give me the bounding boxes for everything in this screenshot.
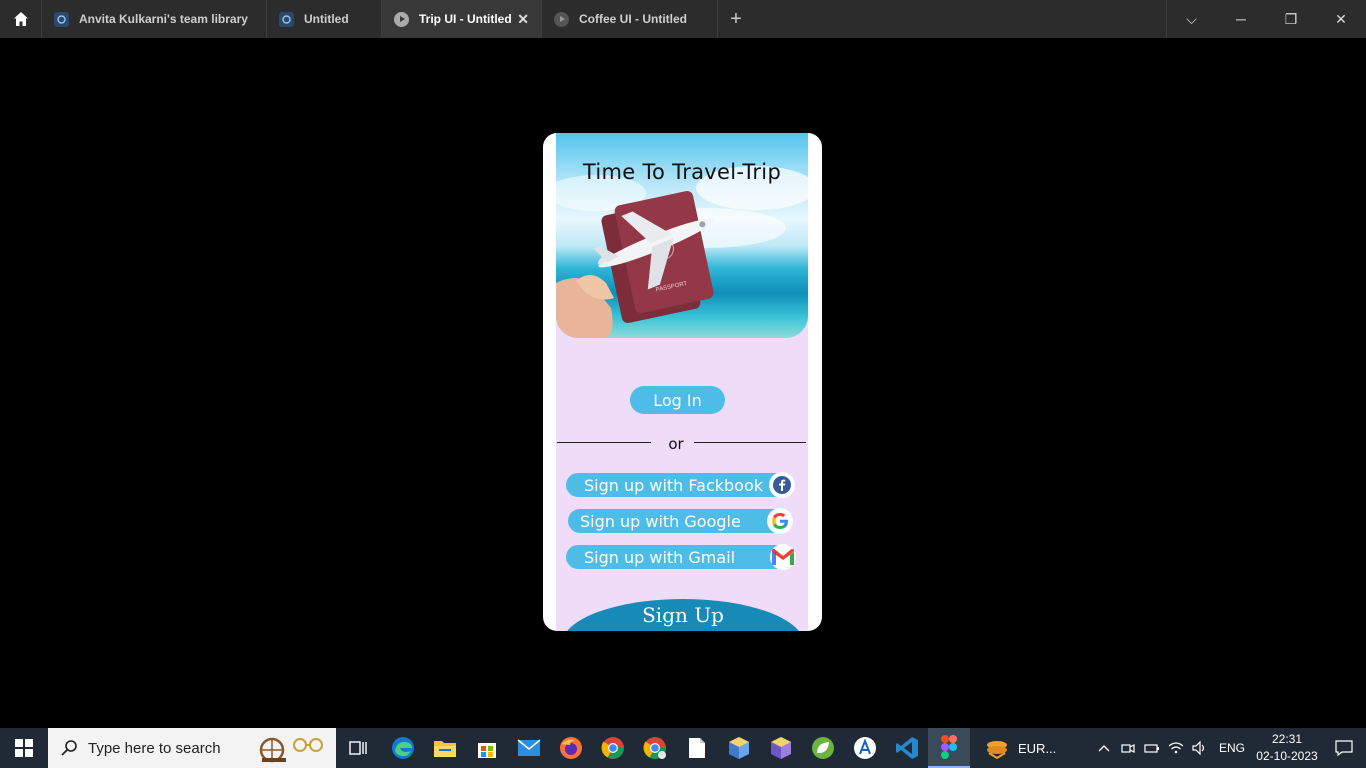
taskbar-chrome-profile[interactable] — [634, 728, 676, 768]
mail-icon — [517, 739, 541, 756]
home-icon — [13, 12, 28, 26]
facebook-icon — [769, 472, 795, 498]
search-placeholder: Type here to search — [88, 739, 221, 757]
play-icon — [394, 11, 409, 27]
taskbar-chrome[interactable] — [592, 728, 634, 768]
taskbar-store[interactable] — [466, 728, 508, 768]
google-icon — [767, 508, 793, 534]
system-tray: ENG 22:31 02-10-2023 — [1092, 728, 1366, 768]
divider-left — [557, 442, 651, 443]
search-icon — [61, 740, 77, 756]
tab-label: Anvita Kulkarni's team library — [79, 12, 248, 26]
divider-right — [694, 442, 806, 443]
close-window-button[interactable]: ✕ — [1316, 0, 1366, 38]
app-screen: PASSPORT Time To Travel-Trip Log In or S… — [556, 133, 808, 631]
volume-icon[interactable] — [1188, 741, 1212, 755]
phone-frame: PASSPORT Time To Travel-Trip Log In or S… — [543, 133, 822, 631]
taskbar-figma[interactable] — [928, 728, 970, 768]
figma-file-icon — [279, 11, 294, 27]
taskbar-vscode[interactable] — [886, 728, 928, 768]
start-button[interactable] — [0, 728, 48, 768]
taskbar-mail[interactable] — [508, 728, 550, 768]
firefox-icon — [560, 737, 582, 759]
signup-facebook-button[interactable]: Sign up with Fackbook — [566, 472, 795, 498]
play-icon — [554, 11, 569, 27]
cube-app-icon — [771, 737, 791, 759]
tabs-dropdown-button[interactable]: ⌵ — [1166, 0, 1216, 38]
a-app-icon — [854, 737, 876, 759]
document-icon — [689, 738, 705, 758]
clock-date: 02-10-2023 — [1256, 749, 1318, 763]
title-bar: Anvita Kulkarni's team library Untitled … — [0, 0, 1366, 38]
taskbar-notepad[interactable] — [676, 728, 718, 768]
tab-label: Trip UI - Untitled — [419, 12, 512, 26]
taskbar-file-explorer[interactable] — [424, 728, 466, 768]
app-title: Time To Travel-Trip — [582, 160, 782, 184]
hero-image: PASSPORT Time To Travel-Trip — [556, 133, 808, 338]
chevron-up-icon[interactable] — [1092, 744, 1116, 752]
task-view-button[interactable] — [336, 728, 382, 768]
gmail-icon — [770, 544, 796, 570]
restore-button[interactable]: ❐ — [1266, 0, 1316, 38]
notification-icon — [1335, 740, 1353, 756]
signup-facebook-label: Sign up with Fackbook — [584, 475, 763, 495]
minimize-icon: ─ — [1236, 11, 1246, 27]
chrome-icon — [601, 737, 624, 759]
tab-label: Untitled — [304, 12, 349, 26]
figma-icon — [941, 735, 957, 759]
close-tab-icon[interactable]: ✕ — [517, 11, 529, 28]
tab-coffee-ui[interactable]: Coffee UI - Untitled — [542, 0, 718, 38]
tab-untitled[interactable]: Untitled — [267, 0, 382, 38]
currency-icon — [987, 741, 1007, 759]
or-separator: or — [668, 435, 684, 453]
home-button[interactable] — [0, 0, 42, 38]
chrome-profile-icon — [643, 737, 666, 759]
chevron-down-icon: ⌵ — [1186, 10, 1197, 27]
edge-icon — [392, 737, 414, 759]
task-view-icon — [349, 741, 367, 755]
clock-time: 22:31 — [1271, 732, 1303, 746]
plus-icon: + — [730, 7, 742, 30]
notification-button[interactable] — [1322, 740, 1366, 756]
signup-button[interactable]: Sign Up — [562, 599, 804, 631]
language-indicator[interactable]: ENG — [1212, 741, 1252, 755]
meet-icon[interactable] — [1116, 741, 1140, 755]
taskbar: Type here to search EUR... ENG 22:31 02-… — [0, 728, 1366, 768]
leaf-icon — [812, 737, 834, 759]
tab-team-library[interactable]: Anvita Kulkarni's team library — [42, 0, 267, 38]
weather-widget[interactable]: EUR... — [984, 737, 1056, 759]
battery-icon[interactable] — [1140, 742, 1164, 754]
prototype-canvas: PASSPORT Time To Travel-Trip Log In or S… — [0, 38, 1366, 728]
cube-app-icon — [729, 737, 749, 759]
minimize-button[interactable]: ─ — [1216, 0, 1266, 38]
figma-file-icon — [54, 11, 69, 27]
login-button[interactable]: Log In — [630, 386, 725, 414]
vscode-icon — [896, 737, 918, 759]
taskbar-firefox[interactable] — [550, 728, 592, 768]
taskbar-app-cube-2[interactable] — [760, 728, 802, 768]
tab-trip-ui[interactable]: Trip UI - Untitled ✕ — [382, 0, 542, 38]
tab-label: Coffee UI - Untitled — [579, 12, 687, 26]
windows-icon — [15, 739, 33, 757]
folder-icon — [434, 741, 456, 757]
signup-google-button[interactable]: Sign up with Google — [568, 508, 793, 534]
taskbar-search[interactable]: Type here to search — [48, 728, 336, 768]
wifi-icon[interactable] — [1164, 741, 1188, 755]
signup-gmail-label: Sign up with Gmail — [584, 547, 736, 567]
store-icon — [478, 743, 496, 758]
taskbar-edge[interactable] — [382, 728, 424, 768]
close-icon: ✕ — [1335, 10, 1347, 27]
restore-icon: ❐ — [1284, 10, 1298, 27]
taskbar-spring[interactable] — [802, 728, 844, 768]
signup-gmail-button[interactable]: Sign up with Gmail — [566, 544, 796, 570]
new-tab-button[interactable]: + — [718, 0, 754, 38]
search-highlight-icon — [259, 737, 323, 763]
signup-google-label: Sign up with Google — [580, 511, 741, 531]
clock[interactable]: 22:31 02-10-2023 — [1252, 731, 1322, 765]
taskbar-app-cube-1[interactable] — [718, 728, 760, 768]
weather-label: EUR... — [1018, 740, 1057, 756]
taskbar-app-a[interactable] — [844, 728, 886, 768]
